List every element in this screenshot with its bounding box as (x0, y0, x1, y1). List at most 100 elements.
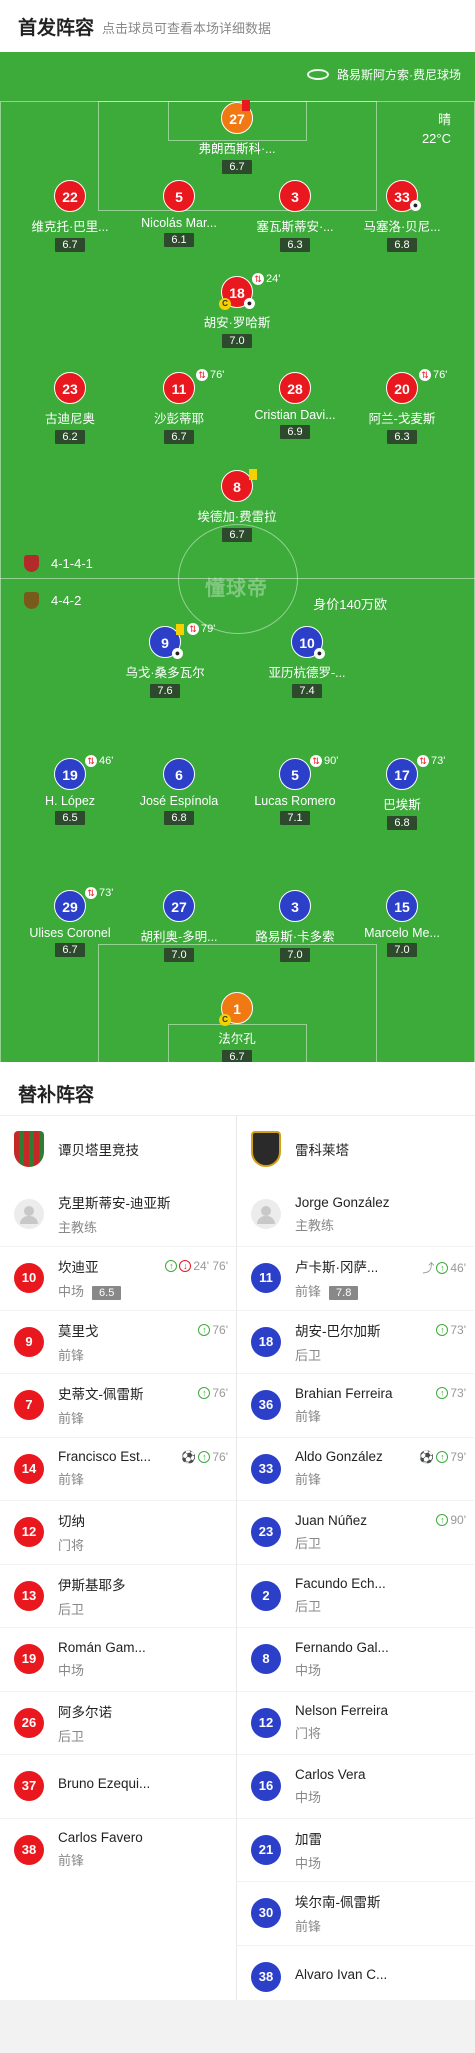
player-rating: 6.7 (222, 160, 252, 174)
away-team[interactable]: 雷科莱塔 (237, 1116, 474, 1182)
sub-player[interactable]: 11 卢卡斯·冈萨... 前锋 7.8 ⤴ ↑ 46' (237, 1246, 474, 1310)
home-player[interactable]: 18 C ● ⇅ 24' 胡安·罗哈斯 7.0 (182, 273, 292, 349)
sub-player[interactable]: 19 Román Gam... 中场 (0, 1627, 236, 1691)
player-event: ⇅ 90' (310, 755, 338, 767)
player-position: 前锋 (58, 1472, 85, 1488)
avatar (251, 1199, 281, 1229)
sub-player[interactable]: 33 Aldo González 前锋 ⚽ ↑ 79' (237, 1436, 474, 1501)
home-team[interactable]: 谭贝塔里竞技 (0, 1116, 236, 1182)
sub-player[interactable]: 7 史蒂文-佩雷斯 前锋 ↑ 76' (0, 1373, 236, 1437)
player-position: 前锋 (58, 1411, 85, 1427)
sub-player[interactable]: 38 Carlos Favero 前锋 (0, 1817, 236, 1882)
player-name: 埃尔南-佩雷斯 (295, 1895, 381, 1911)
player-position: 门将 (58, 1538, 85, 1554)
sub-player[interactable]: 37 Bruno Ezequi... (0, 1754, 236, 1818)
sub-player[interactable]: 16 Carlos Vera 中场 (237, 1754, 474, 1818)
ball-icon: ● (314, 648, 325, 659)
away-player[interactable]: 1 C 法尔孔 6.7 (182, 992, 292, 1062)
sub-player[interactable]: 13 伊斯基耶多 后卫 (0, 1563, 236, 1628)
player-name: 马塞洛·贝尼... (363, 220, 441, 234)
player-name: 胡利奥-多明... (140, 930, 218, 944)
player-number: 11 (163, 372, 195, 404)
away-player[interactable]: 9 ● ⇅ 79' 乌戈·桑多瓦尔 7.6 (110, 623, 220, 699)
home-player[interactable]: 27 弗朗西斯科·... 6.7 (182, 100, 292, 175)
player-number: 21 (251, 1834, 281, 1865)
away-player[interactable]: 15 Marcelo Me... 7.0 (347, 890, 457, 958)
page-footer (0, 2000, 475, 2053)
sub-player[interactable]: 30 埃尔南-佩雷斯 前锋 (237, 1881, 474, 1945)
player-position: 门将 (295, 1726, 322, 1742)
player-number: 15 (386, 890, 418, 922)
home-player[interactable]: 11 ⇅ 76' 沙彭蒂耶 6.7 (124, 369, 234, 445)
player-name: 埃德加·费雷拉 (197, 510, 277, 524)
sub-player[interactable]: 21 加雷 中场 (237, 1817, 474, 1882)
sub-player[interactable]: 9 莫里戈 前锋 ↑ 76' (0, 1309, 236, 1374)
player-number: 30 (251, 1898, 281, 1929)
away-subs: 雷科莱塔 Jorge González 主教练 11 卢卡斯·冈萨... 前锋 7.8… (237, 1116, 474, 2000)
home-player[interactable]: 22 维克托·巴里... 6.7 (15, 180, 125, 253)
sub-player[interactable]: 10 坎迪亚 中场 6.5 ↑ ↓ 24' 76' (0, 1246, 236, 1310)
home-player[interactable]: 8 埃德加·费雷拉 6.7 (182, 469, 292, 543)
player-name: Ulises Coronel (29, 926, 111, 940)
sub-player[interactable]: 38 Alvaro Ivan C... (237, 1944, 474, 2009)
away-player[interactable]: 19 ⇅ 46' H. López 6.5 (15, 755, 125, 826)
player-number: 11 (251, 1263, 281, 1294)
player-number: 27 (163, 890, 195, 922)
player-name: Bruno Ezequi... (58, 1776, 151, 1792)
sub-player[interactable]: 2 Facundo Ech... 后卫 (237, 1563, 474, 1628)
player-event: ⇅ 73' (417, 755, 445, 767)
sub-player[interactable]: 12 Nelson Ferreira 门将 (237, 1690, 474, 1755)
player-number: 16 (251, 1771, 281, 1802)
player-number: 36 (251, 1390, 281, 1421)
away-player[interactable]: 3 路易斯·卡多索 7.0 (240, 890, 350, 963)
sub-player[interactable]: 14 Francisco Est... 前锋 ⚽ ↑ 76' (0, 1436, 236, 1501)
player-number: 6 (163, 758, 195, 790)
player-position: 前锋 (295, 1472, 322, 1488)
player-name: 莫里戈 (58, 1323, 99, 1339)
away-player[interactable]: 5 ⇅ 90' Lucas Romero 7.1 (240, 755, 350, 826)
player-name: 法尔孔 (218, 1032, 256, 1046)
weather-condition: 晴 (437, 112, 451, 127)
sub-in-icon: ↑ (198, 1450, 211, 1463)
home-player[interactable]: 20 ⇅ 76' 阿兰-戈麦斯 6.3 (347, 369, 457, 445)
player-number: 38 (251, 1961, 281, 1992)
player-position: 后卫 (295, 1535, 322, 1551)
away-player[interactable]: 17 ⇅ 73' 巴埃斯 6.8 (347, 755, 457, 831)
player-rating: 6.5 (92, 1286, 122, 1301)
sub-player[interactable]: 36 Brahian Ferreira 前锋 ↑ 73' (237, 1373, 474, 1437)
away-player[interactable]: 27 胡利奥-多明... 7.0 (124, 890, 234, 963)
player-name: Carlos Vera (295, 1766, 366, 1782)
player-name: 史蒂文-佩雷斯 (58, 1387, 144, 1403)
sub-player[interactable]: 23 Juan Núñez 后卫 ↑ 90' (237, 1500, 474, 1564)
ball-icon: ⚽ (419, 1449, 435, 1464)
home-player[interactable]: 33 ● 马塞洛·贝尼... 6.8 (347, 180, 457, 253)
away-formation-label: 4-4-2 (51, 593, 82, 608)
avatar (14, 1199, 44, 1229)
player-event: ⇅ 73' (85, 887, 113, 899)
player-number: 22 (54, 180, 86, 212)
home-player[interactable]: 23 古迪尼奥 6.2 (15, 372, 125, 445)
home-player[interactable]: 3 塞瓦斯蒂安·... 6.3 (240, 180, 350, 253)
sub-player[interactable]: 8 Fernando Gal... 中场 (237, 1627, 474, 1691)
player-name: 加雷 (295, 1831, 322, 1847)
away-player[interactable]: 10 ● 亚历杭德罗-... 7.4 (252, 626, 362, 699)
player-position: 中场 (295, 1789, 322, 1805)
home-player[interactable]: 5 Nicolás Mar... 6.1 (124, 180, 234, 248)
sub-out-icon: ⇅ (196, 369, 208, 381)
home-player[interactable]: 28 Cristian Davi... 6.9 (240, 372, 350, 440)
player-position: 前锋 (295, 1284, 322, 1300)
sub-player[interactable]: 18 胡安-巴尔加斯 后卫 ↑ 73' (237, 1309, 474, 1374)
player-rating: 7.8 (329, 1286, 359, 1301)
sub-player[interactable]: 26 阿多尔诺 后卫 (0, 1690, 236, 1755)
player-name: Carlos Favero (58, 1830, 143, 1846)
away-coach: Jorge González 主教练 (237, 1182, 474, 1246)
sub-player[interactable]: 12 切纳 门将 (0, 1500, 236, 1564)
player-number: 23 (251, 1517, 281, 1548)
player-number: 29 (54, 890, 86, 922)
away-player[interactable]: 6 José Espínola 6.8 (124, 758, 234, 826)
sub-in-icon: ↑ (165, 1260, 178, 1272)
player-name: 塞瓦斯蒂安·... (256, 220, 334, 234)
away-player[interactable]: 29 ⇅ 73' Ulises Coronel 6.7 (15, 887, 125, 958)
sub-in-icon: ↑ (436, 1514, 449, 1526)
ball-icon: ● (244, 298, 255, 309)
